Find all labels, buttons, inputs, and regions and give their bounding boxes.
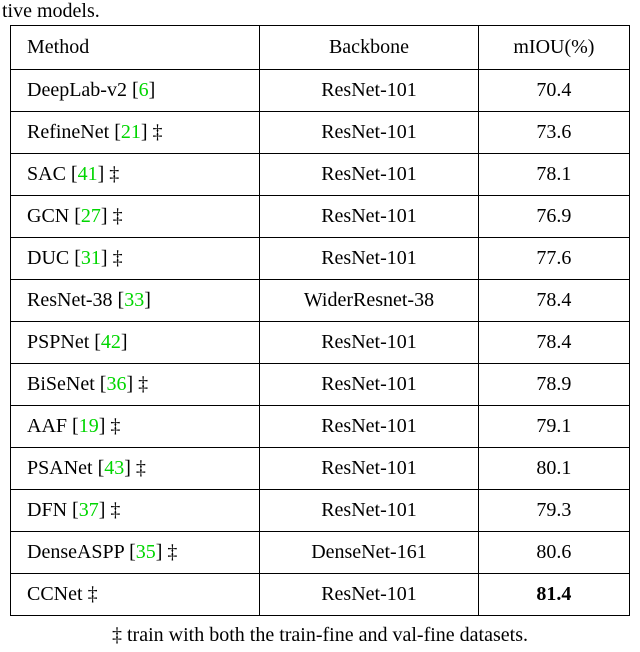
miou-cell: 80.6 (478, 532, 629, 574)
header-method: Method (11, 26, 260, 70)
final-backbone: ResNet-101 (260, 574, 479, 616)
method-cell: RefineNet [21] ‡ (11, 112, 260, 154)
method-cell: PSANet [43] ‡ (11, 448, 260, 490)
backbone-cell: ResNet-101 (260, 196, 479, 238)
method-name: DeepLab-v2 (27, 79, 132, 101)
citation-link[interactable]: 43 (104, 457, 124, 479)
method-name: BiSeNet (27, 373, 100, 395)
backbone-cell: ResNet-101 (260, 154, 479, 196)
citation-link[interactable]: 36 (106, 373, 126, 395)
results-table: Method Backbone mIOU(%) DeepLab-v2 [6]Re… (10, 25, 630, 616)
miou-cell: 79.1 (478, 406, 629, 448)
results-table-wrap: Method Backbone mIOU(%) DeepLab-v2 [6]Re… (0, 25, 640, 647)
backbone-cell: ResNet-101 (260, 70, 479, 112)
dagger-icon: ‡ (133, 373, 148, 395)
method-name: AAF (27, 415, 72, 437)
table-row: ResNet-38 [33]WiderResnet-3878.4 (11, 280, 630, 322)
method-name: CCNet (27, 583, 88, 605)
table-row: DFN [37] ‡ResNet-10179.3 (11, 490, 630, 532)
citation-link[interactable]: 41 (78, 163, 98, 185)
citation-link[interactable]: 42 (101, 331, 121, 353)
miou-cell: 76.9 (478, 196, 629, 238)
miou-cell: 80.1 (478, 448, 629, 490)
final-method: CCNet ‡ (11, 574, 260, 616)
method-cell: PSPNet [42] (11, 322, 260, 364)
citation-link[interactable]: 27 (81, 205, 101, 227)
table-row: DUC [31] ‡ResNet-10177.6 (11, 238, 630, 280)
dagger-icon: ‡ (104, 163, 119, 185)
dagger-icon: ‡ (108, 247, 123, 269)
method-cell: DUC [31] ‡ (11, 238, 260, 280)
method-cell: BiSeNet [36] ‡ (11, 364, 260, 406)
backbone-cell: DenseNet-161 (260, 532, 479, 574)
dagger-icon: ‡ (105, 499, 120, 521)
method-name: SAC (27, 163, 71, 185)
header-backbone: Backbone (260, 26, 479, 70)
miou-cell: 70.4 (478, 70, 629, 112)
citation-link[interactable]: 31 (81, 247, 101, 269)
miou-cell: 77.6 (478, 238, 629, 280)
method-name: ResNet-38 (27, 289, 118, 311)
miou-cell: 79.3 (478, 490, 629, 532)
table-row: PSPNet [42]ResNet-10178.4 (11, 322, 630, 364)
method-name: DenseASPP (27, 541, 129, 563)
method-name: DFN (27, 499, 72, 521)
table-row: BiSeNet [36] ‡ResNet-10178.9 (11, 364, 630, 406)
table-row: GCN [27] ‡ResNet-10176.9 (11, 196, 630, 238)
backbone-cell: WiderResnet-38 (260, 280, 479, 322)
method-name: PSANet (27, 457, 98, 479)
citation-link[interactable]: 33 (124, 289, 144, 311)
table-row: SAC [41] ‡ResNet-10178.1 (11, 154, 630, 196)
method-cell: SAC [41] ‡ (11, 154, 260, 196)
method-cell: DenseASPP [35] ‡ (11, 532, 260, 574)
method-name: RefineNet (27, 121, 114, 143)
citation-link[interactable]: 35 (136, 541, 156, 563)
method-cell: AAF [19] ‡ (11, 406, 260, 448)
method-name: PSPNet (27, 331, 94, 353)
method-name: GCN (27, 205, 74, 227)
dagger-icon: ‡ (148, 121, 163, 143)
miou-cell: 73.6 (478, 112, 629, 154)
citation-link[interactable]: 6 (139, 79, 149, 101)
table-row: DenseASPP [35] ‡DenseNet-16180.6 (11, 532, 630, 574)
table-row: DeepLab-v2 [6]ResNet-10170.4 (11, 70, 630, 112)
header-miou: mIOU(%) (478, 26, 629, 70)
dagger-icon: ‡ (105, 415, 120, 437)
table-row: AAF [19] ‡ResNet-10179.1 (11, 406, 630, 448)
dagger-icon: ‡ (108, 205, 123, 227)
backbone-cell: ResNet-101 (260, 448, 479, 490)
table-row: RefineNet [21] ‡ResNet-10173.6 (11, 112, 630, 154)
backbone-cell: ResNet-101 (260, 322, 479, 364)
miou-cell: 78.1 (478, 154, 629, 196)
method-name: DUC (27, 247, 74, 269)
table-footnote: ‡ train with both the train-fine and val… (10, 616, 630, 647)
backbone-cell: ResNet-101 (260, 238, 479, 280)
method-cell: ResNet-38 [33] (11, 280, 260, 322)
citation-link[interactable]: 37 (79, 499, 99, 521)
backbone-cell: ResNet-101 (260, 406, 479, 448)
dagger-icon: ‡ (162, 541, 177, 563)
method-cell: DeepLab-v2 [6] (11, 70, 260, 112)
miou-cell: 78.9 (478, 364, 629, 406)
table-row-final: CCNet ‡ ResNet-101 81.4 (11, 574, 630, 616)
dagger-icon: ‡ (131, 457, 146, 479)
final-miou: 81.4 (478, 574, 629, 616)
caption-fragment: tive models. (0, 0, 640, 23)
method-cell: GCN [27] ‡ (11, 196, 260, 238)
citation-link[interactable]: 21 (121, 121, 141, 143)
miou-cell: 78.4 (478, 322, 629, 364)
backbone-cell: ResNet-101 (260, 490, 479, 532)
backbone-cell: ResNet-101 (260, 112, 479, 154)
table-row: PSANet [43] ‡ResNet-10180.1 (11, 448, 630, 490)
backbone-cell: ResNet-101 (260, 364, 479, 406)
table-header-row: Method Backbone mIOU(%) (11, 26, 630, 70)
dagger-icon: ‡ (88, 583, 98, 605)
method-cell: DFN [37] ‡ (11, 490, 260, 532)
miou-cell: 78.4 (478, 280, 629, 322)
citation-link[interactable]: 19 (79, 415, 99, 437)
